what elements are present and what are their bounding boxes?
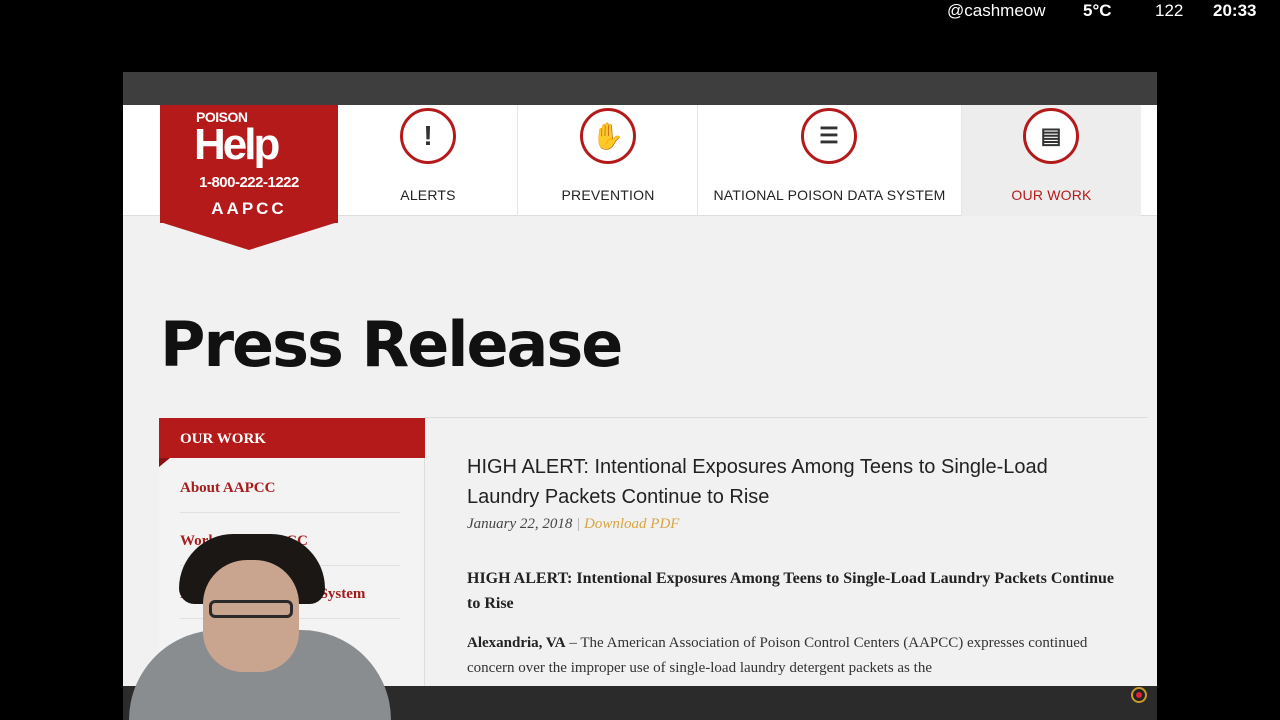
webcam-overlay: [123, 530, 393, 720]
nav-npds-label: NATIONAL POISON DATA SYSTEM: [713, 187, 946, 203]
article-date: January 22, 2018: [467, 516, 573, 532]
poison-help-logo[interactable]: POISON Help 1-800-222-1222 AAPCC: [160, 105, 338, 250]
weather-temperature: 5°C: [1083, 1, 1112, 20]
page-title: Press Release: [160, 308, 623, 381]
article-meta: January 22, 2018 | Download PDF: [467, 516, 1117, 533]
clock-time: 20:33: [1213, 1, 1257, 20]
sidebar-divider: [180, 512, 400, 513]
nav-prevention-label: PREVENTION: [561, 187, 655, 203]
document-icon: ▤: [1023, 108, 1079, 164]
data-stack-icon: ☰: [801, 108, 857, 164]
nav-our-work[interactable]: ▤ OUR WORK: [961, 105, 1141, 216]
logo-ribbon-tip: [160, 222, 338, 250]
stream-username: @cashmeow: [947, 1, 1046, 20]
stream-status-bar: @cashmeow 5°C 122 20:33: [0, 0, 1280, 24]
exclamation-icon: !: [400, 108, 456, 164]
hand-icon: ✋: [580, 108, 636, 164]
article: HIGH ALERT: Intentional Exposures Among …: [467, 452, 1117, 681]
article-body: Alexandria, VA – The American Associatio…: [467, 631, 1117, 681]
article-headline: HIGH ALERT: Intentional Exposures Among …: [467, 456, 1048, 508]
webcam-person-glasses: [209, 600, 293, 618]
nav-alerts[interactable]: ! ALERTS: [337, 105, 518, 216]
download-pdf-link[interactable]: Download PDF: [584, 516, 679, 532]
article-subheadline: HIGH ALERT: Intentional Exposures Among …: [467, 570, 1114, 612]
nav-prevention[interactable]: ✋ PREVENTION: [517, 105, 698, 216]
nav-national-poison-data-system[interactable]: ☰ NATIONAL POISON DATA SYSTEM: [697, 105, 961, 216]
logo-phone-number: 1-800-222-1222: [199, 174, 299, 191]
logo-help-text: Help: [194, 120, 280, 169]
nav-alerts-label: ALERTS: [400, 187, 456, 203]
record-icon: [1131, 687, 1147, 703]
sidebar-item-about[interactable]: About AAPCC: [180, 480, 275, 497]
browser-top-bar: [123, 72, 1157, 105]
article-dateline: Alexandria, VA: [467, 635, 566, 651]
nav-our-work-label: OUR WORK: [1011, 187, 1092, 203]
viewer-count: 122: [1155, 1, 1184, 20]
logo-box: POISON Help 1-800-222-1222 AAPCC: [160, 105, 338, 223]
title-divider: [424, 417, 1148, 418]
logo-org-name: AAPCC: [211, 199, 287, 218]
meta-separator: |: [576, 516, 581, 532]
sidebar-heading-tip: [159, 458, 170, 467]
sidebar-heading: OUR WORK: [159, 418, 425, 458]
